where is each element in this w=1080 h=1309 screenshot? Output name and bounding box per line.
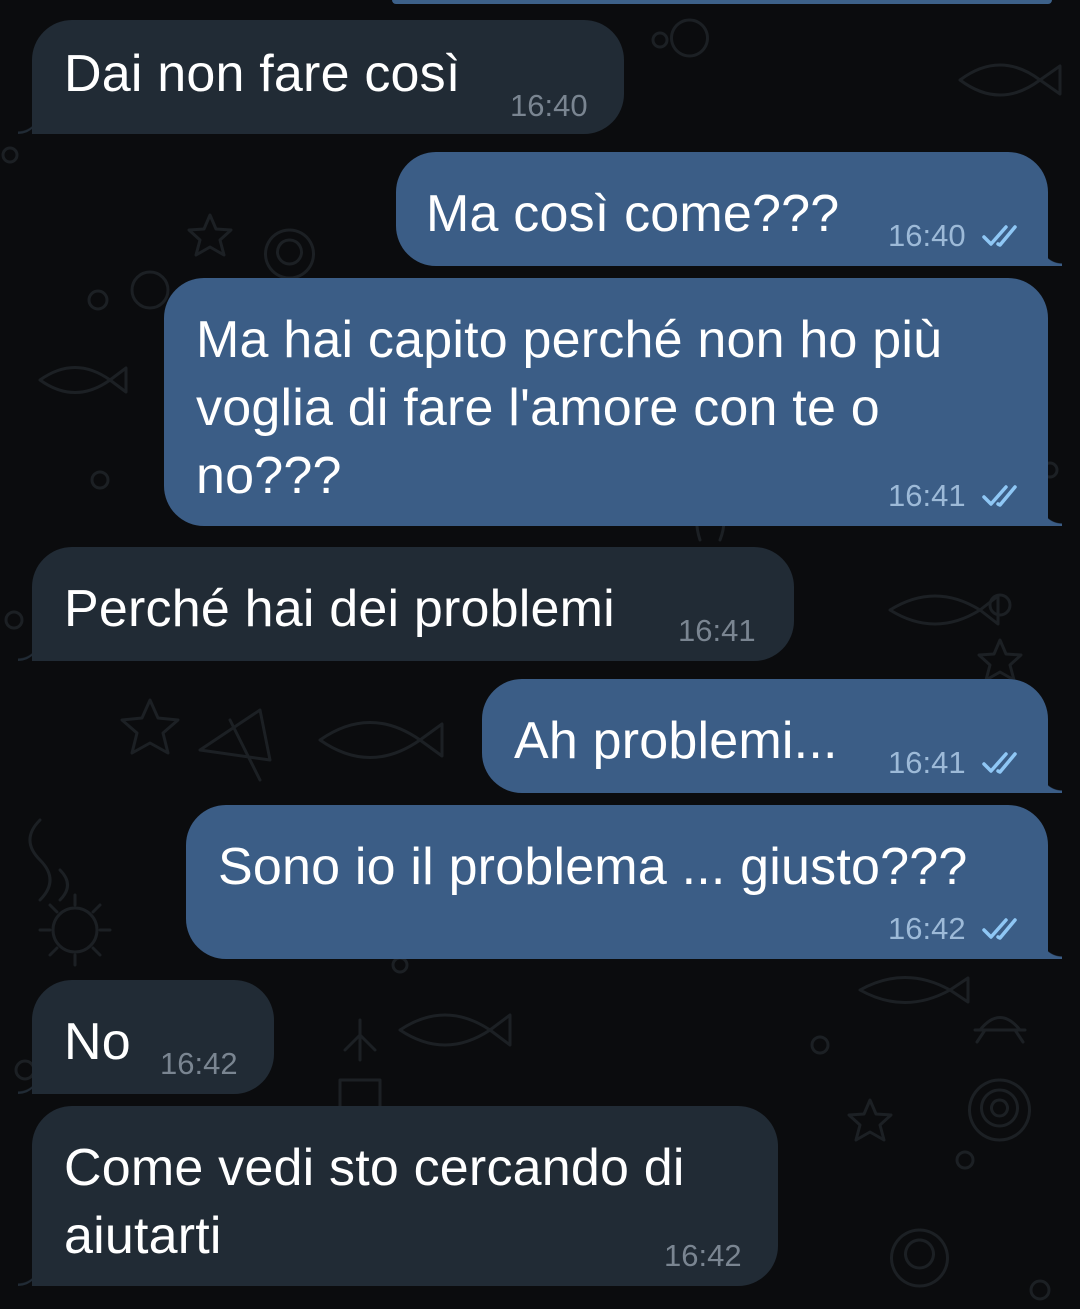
message-text: No	[64, 1013, 131, 1071]
message-time: 16:41	[678, 613, 756, 648]
bubble-tail	[18, 1070, 40, 1094]
message-time: 16:40	[510, 88, 588, 123]
bubble-tail	[1040, 769, 1062, 793]
read-double-check-icon	[982, 224, 1026, 248]
message-text: Sono io il problema ... giusto???	[218, 838, 968, 896]
message-outgoing[interactable]: Ah problemi... 16:41	[482, 679, 1062, 793]
message-text: Dai non fare così	[64, 45, 461, 103]
bubble-tail	[18, 637, 40, 661]
message-time: 16:42	[160, 1046, 238, 1081]
message-text-line: voglia di fare l'amore con te o	[196, 379, 880, 437]
message-time: 16:42	[664, 1238, 742, 1273]
bubble-tail	[18, 110, 40, 134]
read-double-check-icon	[982, 484, 1026, 508]
message-outgoing[interactable]: Ma così come??? 16:40	[396, 152, 1062, 266]
message-text-line: Ma hai capito perché non ho più	[196, 311, 943, 369]
read-double-check-icon	[982, 751, 1026, 775]
message-time: 16:41	[888, 478, 966, 513]
bubble-tail	[1040, 502, 1062, 526]
message-text: Perché hai dei problemi	[64, 580, 615, 638]
chat-history[interactable]: Dai non fare così 16:40 Ma così come??? …	[0, 0, 1080, 1309]
message-text: Ah problemi...	[514, 712, 838, 770]
bubble-tail	[18, 1262, 40, 1286]
message-incoming[interactable]: Perché hai dei problemi 16:41	[18, 547, 794, 661]
message-incoming[interactable]: Dai non fare così 16:40	[18, 20, 624, 134]
bubble-tail	[1040, 242, 1062, 266]
message-outgoing[interactable]: Sono io il problema ... giusto??? 16:42	[186, 805, 1062, 959]
previous-message-edge	[392, 0, 1052, 4]
message-text-line: aiutarti	[64, 1207, 222, 1265]
bubble-tail	[1040, 935, 1062, 959]
message-text-line: Come vedi sto cercando di	[64, 1139, 685, 1197]
message-incoming[interactable]: Come vedi sto cercando di aiutarti 16:42	[18, 1106, 778, 1286]
message-outgoing[interactable]: Ma hai capito perché non ho più voglia d…	[164, 278, 1062, 526]
message-time: 16:42	[888, 911, 966, 946]
message-time: 16:41	[888, 745, 966, 780]
message-time: 16:40	[888, 218, 966, 253]
message-incoming[interactable]: No 16:42	[18, 980, 274, 1094]
read-double-check-icon	[982, 917, 1026, 941]
message-text: Ma così come???	[426, 185, 840, 243]
message-text-line: no???	[196, 447, 342, 505]
